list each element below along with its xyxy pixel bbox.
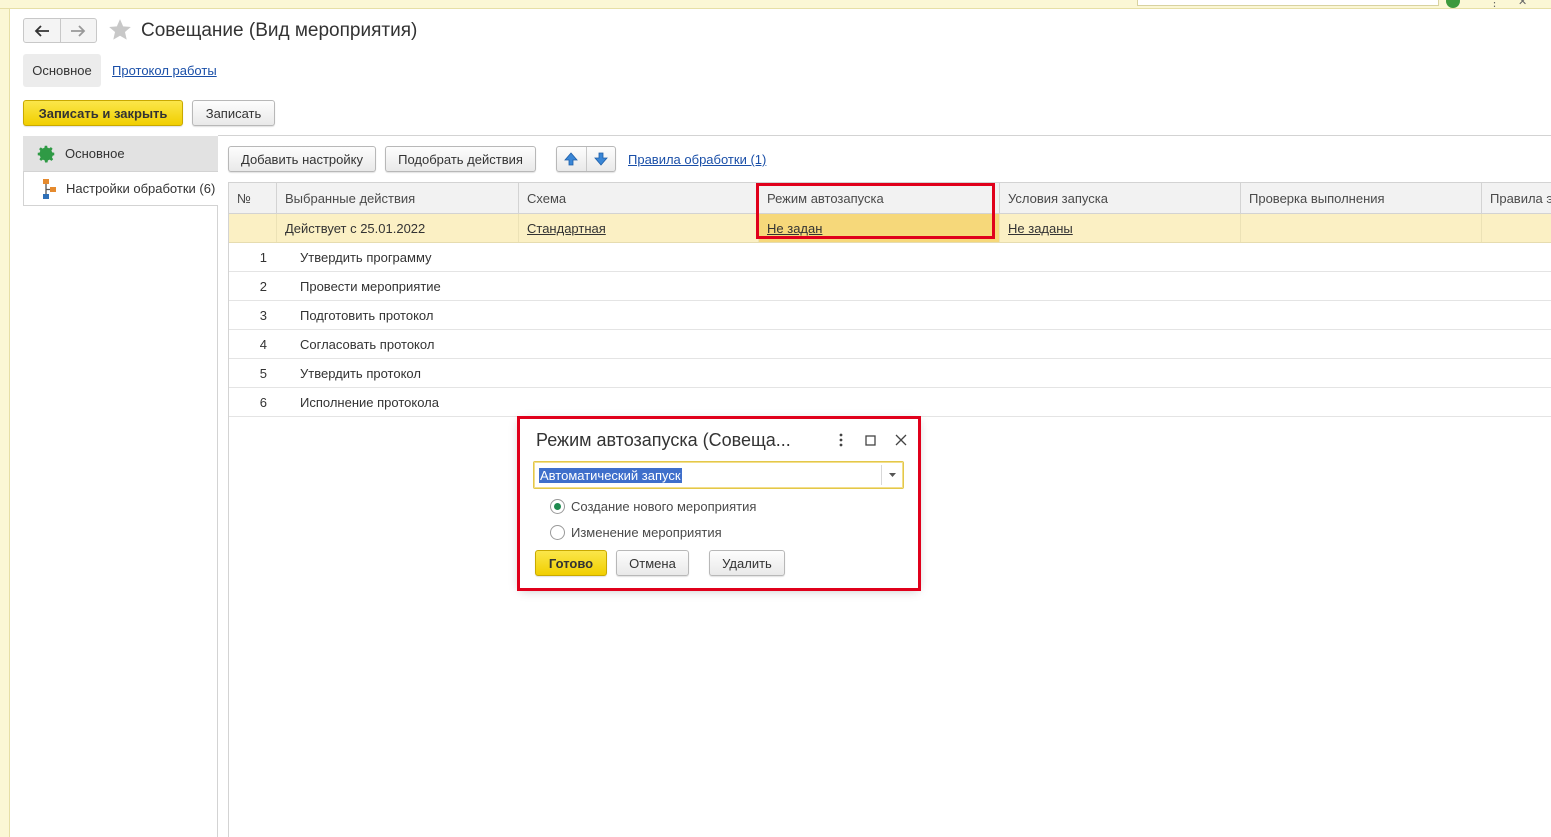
- sidebar-item-label: Основное: [65, 146, 125, 161]
- page-title: Совещание (Вид мероприятия): [141, 20, 418, 41]
- highlight-frame-dialog: [517, 416, 921, 591]
- group-cell-number: [229, 214, 276, 242]
- more-icon[interactable]: ⋮: [1489, 0, 1500, 9]
- scheme-link[interactable]: Стандартная: [527, 221, 606, 236]
- arrow-up-icon: [564, 152, 579, 166]
- move-down-button[interactable]: [585, 147, 616, 171]
- pick-actions-button[interactable]: Подобрать действия: [385, 146, 536, 172]
- sidebar-item-processing-settings[interactable]: Настройки обработки (6): [23, 171, 218, 206]
- history-navigation: [23, 18, 97, 43]
- row-number: 3: [259, 307, 267, 323]
- back-button[interactable]: [24, 19, 60, 42]
- arrow-right-icon: [71, 24, 86, 37]
- group-cell-check: [1240, 214, 1481, 242]
- table-row[interactable]: 2 Провести мероприятие: [229, 272, 1551, 301]
- row-number: 4: [259, 336, 267, 352]
- close-window-icon[interactable]: ✕: [1518, 0, 1527, 8]
- save-button[interactable]: Записать: [192, 100, 275, 126]
- row-action: Подготовить протокол: [300, 307, 434, 323]
- table-row[interactable]: 4 Согласовать протокол: [229, 330, 1551, 359]
- table-row[interactable]: 5 Утвердить протокол: [229, 359, 1551, 388]
- forward-button[interactable]: [59, 19, 97, 42]
- row-action: Исполнение протокола: [300, 394, 439, 410]
- processing-rules-link[interactable]: Правила обработки (1): [628, 152, 766, 167]
- row-action: Провести мероприятие: [300, 278, 441, 294]
- column-header-check[interactable]: Проверка выполнения: [1240, 183, 1481, 214]
- conditions-link[interactable]: Не заданы: [1008, 221, 1073, 236]
- row-number: 2: [259, 278, 267, 294]
- move-buttons: [556, 146, 616, 172]
- group-cell-action: Действует с 25.01.2022: [276, 214, 518, 242]
- row-action: Согласовать протокол: [300, 336, 435, 352]
- move-up-button[interactable]: [557, 147, 586, 171]
- arrow-left-icon: [34, 24, 49, 37]
- content-divider: [218, 135, 1551, 136]
- row-number: 5: [259, 365, 267, 381]
- process-flow-icon: [36, 178, 58, 200]
- arrow-down-icon: [593, 152, 608, 166]
- row-action: Утвердить протокол: [300, 365, 421, 381]
- gear-icon: [35, 143, 57, 165]
- table-row[interactable]: 6 Исполнение протокола: [229, 388, 1551, 417]
- column-header-scheme[interactable]: Схема: [518, 183, 758, 214]
- save-and-close-button[interactable]: Записать и закрыть: [23, 100, 183, 126]
- column-header-conditions[interactable]: Условия запуска: [999, 183, 1240, 214]
- add-setting-button[interactable]: Добавить настройку: [228, 146, 376, 172]
- highlight-frame-autostart-column: [756, 183, 995, 239]
- group-cell-rules: [1481, 214, 1551, 242]
- table-row[interactable]: 1 Утвердить программу: [229, 243, 1551, 272]
- sidebar: Основное Настройки обработки (6): [23, 136, 218, 837]
- column-header-rules[interactable]: Правила э: [1481, 183, 1551, 214]
- global-search-field[interactable]: [1137, 0, 1439, 6]
- group-cell-conditions: Не заданы: [999, 214, 1240, 242]
- sidebar-item-label: Настройки обработки (6): [66, 181, 216, 196]
- group-cell-scheme: Стандартная: [518, 214, 758, 242]
- tab-protocol[interactable]: Протокол работы: [112, 63, 217, 78]
- left-window-strip: [0, 9, 10, 837]
- favorite-star-icon[interactable]: [107, 17, 133, 43]
- sidebar-item-main[interactable]: Основное: [23, 136, 218, 171]
- row-action: Утвердить программу: [300, 249, 432, 265]
- row-number: 1: [259, 249, 267, 265]
- row-number: 6: [259, 394, 267, 410]
- column-header-actions[interactable]: Выбранные действия: [276, 183, 518, 214]
- table-row[interactable]: 3 Подготовить протокол: [229, 301, 1551, 330]
- tab-main[interactable]: Основное: [23, 54, 101, 87]
- column-header-number[interactable]: №: [229, 183, 276, 214]
